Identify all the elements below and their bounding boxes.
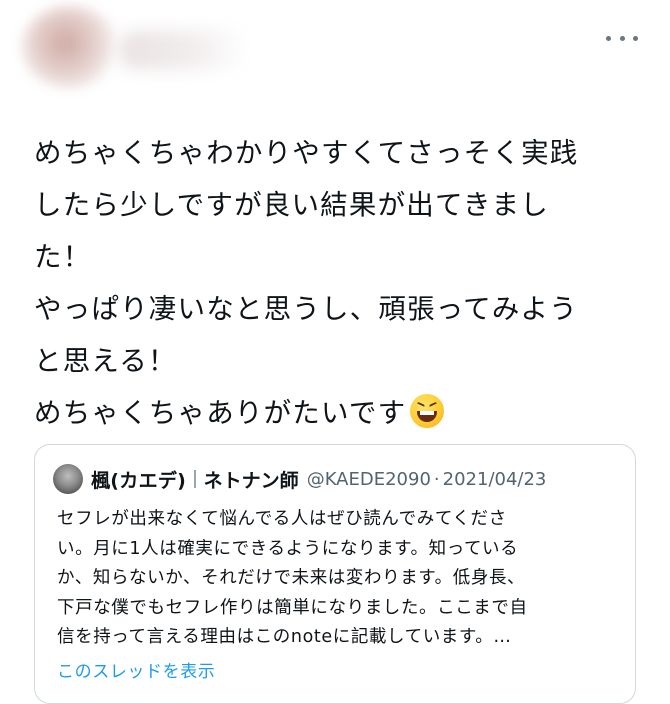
- dot-icon: [606, 35, 611, 41]
- author-name-blurred[interactable]: [118, 30, 248, 70]
- quoted-author-name[interactable]: 楓(カエデ): [91, 466, 186, 493]
- quoted-line: か、知らないか、それだけで未来は変わります。低身長、: [57, 568, 526, 588]
- quoted-author-handle[interactable]: @KAEDE2090: [307, 469, 431, 490]
- more-options-icon[interactable]: [606, 28, 638, 48]
- quoted-author-avatar[interactable]: [53, 464, 83, 494]
- quoted-author-title[interactable]: ネトナン師: [204, 466, 299, 493]
- tweet-line: めちゃくちゃわかりやすくてさっそく実践: [34, 137, 579, 169]
- tweet-line: やっぱり凄いなと思うし、頑張ってみよう: [34, 293, 578, 325]
- quoted-line: 信を持って言える理由はこのnoteに記載しています。…: [57, 627, 512, 647]
- tweet-line-last: めちゃくちゃありがたいです: [34, 387, 644, 439]
- quoted-line: い。月に1人は確実にできるようになります。知っている: [57, 538, 519, 559]
- tweet-text: めちゃくちゃわかりやすくてさっそく実践 したら少しですが良い結果が出てきまし た…: [34, 127, 644, 439]
- name-divider: [194, 470, 196, 488]
- avatar[interactable]: [22, 6, 118, 88]
- quoted-line: 下戸な僕でもセフレ作りは簡単になりました。ここまで自: [57, 597, 528, 618]
- grinning-squinting-face-icon: [410, 394, 445, 428]
- tweet-header: [0, 0, 670, 100]
- quoted-line: セフレが出来なくて悩んでる人はぜひ読んでみてくださ: [57, 509, 507, 529]
- tweet-line: したら少しですが良い結果が出てきまし: [34, 189, 549, 221]
- tweet-line: と思える！: [34, 345, 177, 377]
- quoted-tweet-date[interactable]: 2021/04/23: [443, 469, 547, 490]
- quoted-tweet-header: 楓(カエデ) ネトナン師 @KAEDE2090 · 2021/04/23: [53, 461, 633, 497]
- separator-dot: ·: [433, 468, 440, 490]
- tweet-line-text: めちゃくちゃありがたいです: [34, 397, 407, 429]
- quoted-tweet-text: セフレが出来なくて悩んでる人はぜひ読んでみてくださ い。月に1人は確実にできるよ…: [57, 505, 627, 653]
- dot-icon: [619, 35, 625, 41]
- tweet-line: た！: [34, 241, 92, 273]
- quoted-tweet-card[interactable]: 楓(カエデ) ネトナン師 @KAEDE2090 · 2021/04/23 セフレ…: [34, 444, 636, 704]
- dot-icon: [633, 35, 638, 41]
